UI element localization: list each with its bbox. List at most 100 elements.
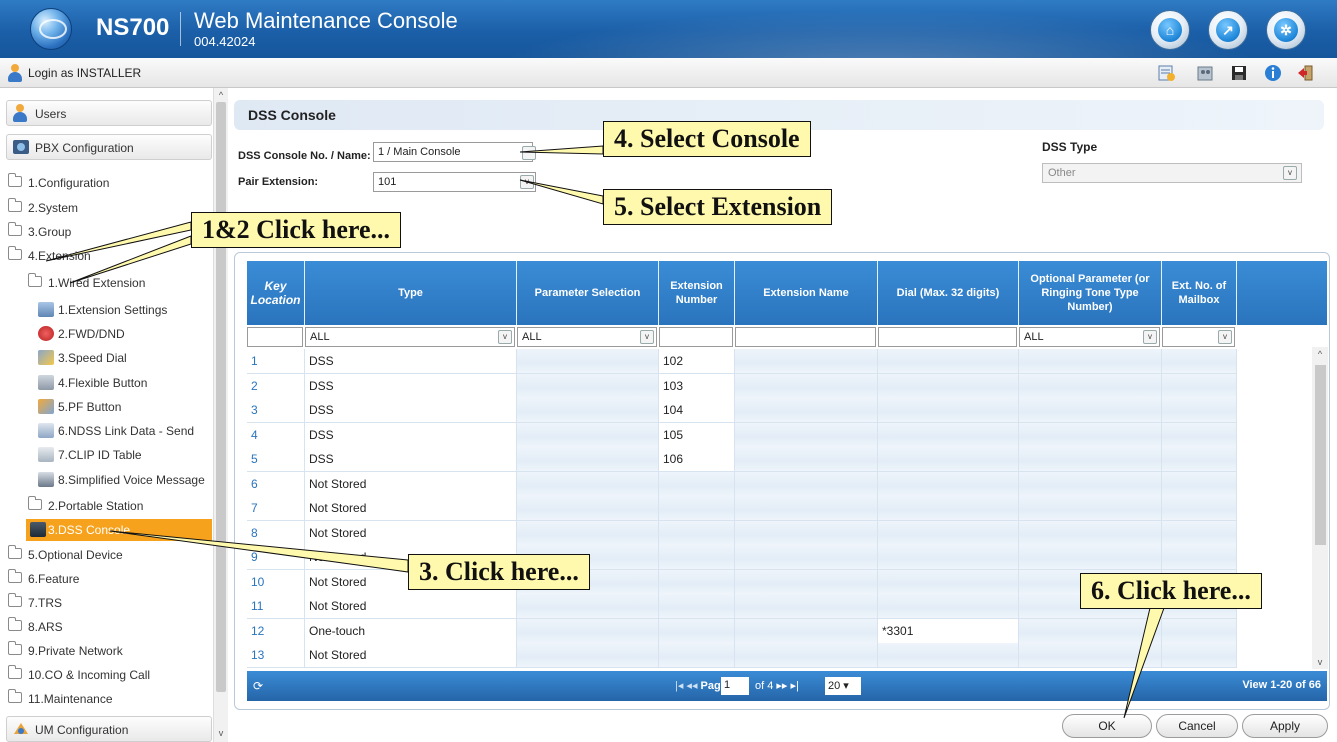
scroll-down-icon[interactable]: v: [1312, 657, 1328, 667]
filter-key[interactable]: [247, 327, 303, 347]
extension-number-cell[interactable]: 102: [659, 349, 735, 373]
mailbox-cell[interactable]: [1162, 618, 1237, 643]
chevron-down-icon[interactable]: v: [1218, 330, 1232, 344]
sidebar-scrollbar[interactable]: ^ v: [213, 88, 228, 742]
extension-number-cell[interactable]: [659, 643, 735, 667]
page-size-select[interactable]: 20 ▾: [825, 677, 861, 695]
settings-button[interactable]: ✲: [1266, 10, 1306, 50]
table-row[interactable]: 13 Not Stored: [247, 643, 1237, 668]
extension-number-cell[interactable]: [659, 545, 735, 569]
folder-optional-device[interactable]: 5.Optional Device: [6, 544, 212, 566]
mailbox-cell[interactable]: [1162, 471, 1237, 496]
chevron-down-icon[interactable]: v: [640, 330, 654, 344]
table-row[interactable]: 3 DSS 104: [247, 398, 1237, 423]
mailbox-cell[interactable]: [1162, 373, 1237, 398]
save-icon[interactable]: [1230, 64, 1248, 82]
sidebar-item-dss-console[interactable]: 3.DSS Console: [26, 519, 212, 541]
col-optional-parameter[interactable]: Optional Parameter (or Ringing Tone Type…: [1019, 261, 1162, 325]
extension-name-cell[interactable]: [735, 545, 878, 569]
dial-cell[interactable]: [878, 349, 1019, 373]
col-key-location[interactable]: Key Location: [247, 261, 305, 325]
extension-number-cell[interactable]: [659, 569, 735, 594]
dial-cell[interactable]: [878, 520, 1019, 545]
scroll-down-icon[interactable]: v: [214, 728, 228, 740]
optional-cell[interactable]: [1019, 545, 1162, 569]
dial-cell[interactable]: [878, 643, 1019, 667]
optional-cell[interactable]: [1019, 520, 1162, 545]
parameter-cell[interactable]: [517, 422, 659, 447]
scroll-up-icon[interactable]: ^: [214, 90, 228, 102]
dial-cell[interactable]: [878, 545, 1019, 569]
tools-button[interactable]: ↗: [1208, 10, 1248, 50]
sidebar-item-fwd-dnd[interactable]: 2.FWD/DND: [6, 323, 212, 345]
table-row[interactable]: 6 Not Stored: [247, 471, 1237, 497]
apply-button[interactable]: Apply: [1242, 714, 1328, 738]
mailbox-cell[interactable]: [1162, 422, 1237, 447]
extension-name-cell[interactable]: [735, 496, 878, 520]
folder-maintenance[interactable]: 11.Maintenance: [6, 688, 212, 710]
dial-cell[interactable]: [878, 569, 1019, 594]
optional-cell[interactable]: [1019, 618, 1162, 643]
mailbox-cell[interactable]: [1162, 496, 1237, 520]
ok-button[interactable]: OK: [1062, 714, 1152, 738]
extension-name-cell[interactable]: [735, 618, 878, 643]
extension-number-cell[interactable]: 106: [659, 447, 735, 471]
table-row[interactable]: 8 Not Stored: [247, 520, 1237, 546]
parameter-cell[interactable]: [517, 373, 659, 398]
folder-private-network[interactable]: 9.Private Network: [6, 640, 212, 662]
sidebar-item-ndss-link-data-send[interactable]: 6.NDSS Link Data - Send: [6, 420, 212, 442]
optional-cell[interactable]: [1019, 373, 1162, 398]
folder-co-incoming-call[interactable]: 10.CO & Incoming Call: [6, 664, 212, 686]
dial-cell[interactable]: [878, 398, 1019, 422]
type-cell[interactable]: DSS: [305, 422, 517, 447]
sidebar-item-speed-dial[interactable]: 3.Speed Dial: [6, 347, 212, 369]
table-row[interactable]: 4 DSS 105: [247, 422, 1237, 448]
dial-cell[interactable]: [878, 373, 1019, 398]
extension-name-cell[interactable]: [735, 594, 878, 618]
extension-name-cell[interactable]: [735, 643, 878, 667]
parameter-cell[interactable]: [517, 520, 659, 545]
filter-extension-number[interactable]: [659, 327, 733, 347]
extension-name-cell[interactable]: [735, 471, 878, 496]
folder-feature[interactable]: 6.Feature: [6, 568, 212, 590]
folder-group[interactable]: 3.Group: [6, 221, 212, 243]
parameter-cell[interactable]: [517, 349, 659, 373]
sidebar-item-extension-settings[interactable]: 1.Extension Settings: [6, 299, 212, 321]
optional-cell[interactable]: [1019, 643, 1162, 667]
extension-number-cell[interactable]: 105: [659, 422, 735, 447]
col-mailbox[interactable]: Ext. No. of Mailbox: [1162, 261, 1237, 325]
filter-mailbox[interactable]: v: [1162, 327, 1235, 347]
optional-cell[interactable]: [1019, 349, 1162, 373]
optional-cell[interactable]: [1019, 447, 1162, 471]
extension-number-cell[interactable]: [659, 471, 735, 496]
refresh-icon[interactable]: ⟳: [253, 679, 263, 693]
section-um-configuration[interactable]: UM Configuration: [6, 716, 212, 742]
sidebar-item-flexible-button[interactable]: 4.Flexible Button: [6, 372, 212, 394]
mailbox-cell[interactable]: [1162, 349, 1237, 373]
mailbox-cell[interactable]: [1162, 643, 1237, 667]
cancel-button[interactable]: Cancel: [1156, 714, 1238, 738]
type-cell[interactable]: DSS: [305, 398, 517, 422]
col-parameter-selection[interactable]: Parameter Selection: [517, 261, 659, 325]
extension-number-cell[interactable]: 103: [659, 373, 735, 398]
extension-number-cell[interactable]: [659, 618, 735, 643]
console-select[interactable]: 1 / Main Console: [373, 142, 533, 162]
sidebar-item-clip-id-table[interactable]: 7.CLIP ID Table: [6, 444, 212, 466]
info-icon[interactable]: [1264, 64, 1282, 82]
extension-name-cell[interactable]: [735, 520, 878, 545]
folder-wired-extension[interactable]: 1.Wired Extension: [6, 272, 212, 294]
mailbox-cell[interactable]: [1162, 398, 1237, 422]
sidebar-item-simplified-voice-message[interactable]: 8.Simplified Voice Message: [6, 469, 212, 491]
optional-cell[interactable]: [1019, 471, 1162, 496]
extension-name-cell[interactable]: [735, 349, 878, 373]
page-count[interactable]: of 4 ▸▸ ▸|: [755, 679, 799, 692]
extension-number-cell[interactable]: [659, 520, 735, 545]
dial-cell[interactable]: [878, 422, 1019, 447]
section-users[interactable]: Users: [6, 100, 212, 126]
home-button[interactable]: ⌂: [1150, 10, 1190, 50]
folder-extension[interactable]: 4.Extension: [6, 245, 212, 267]
dial-cell[interactable]: [878, 496, 1019, 520]
table-row[interactable]: 7 Not Stored: [247, 496, 1237, 521]
filter-extension-name[interactable]: [735, 327, 876, 347]
col-extension-number[interactable]: Extension Number: [659, 261, 735, 325]
